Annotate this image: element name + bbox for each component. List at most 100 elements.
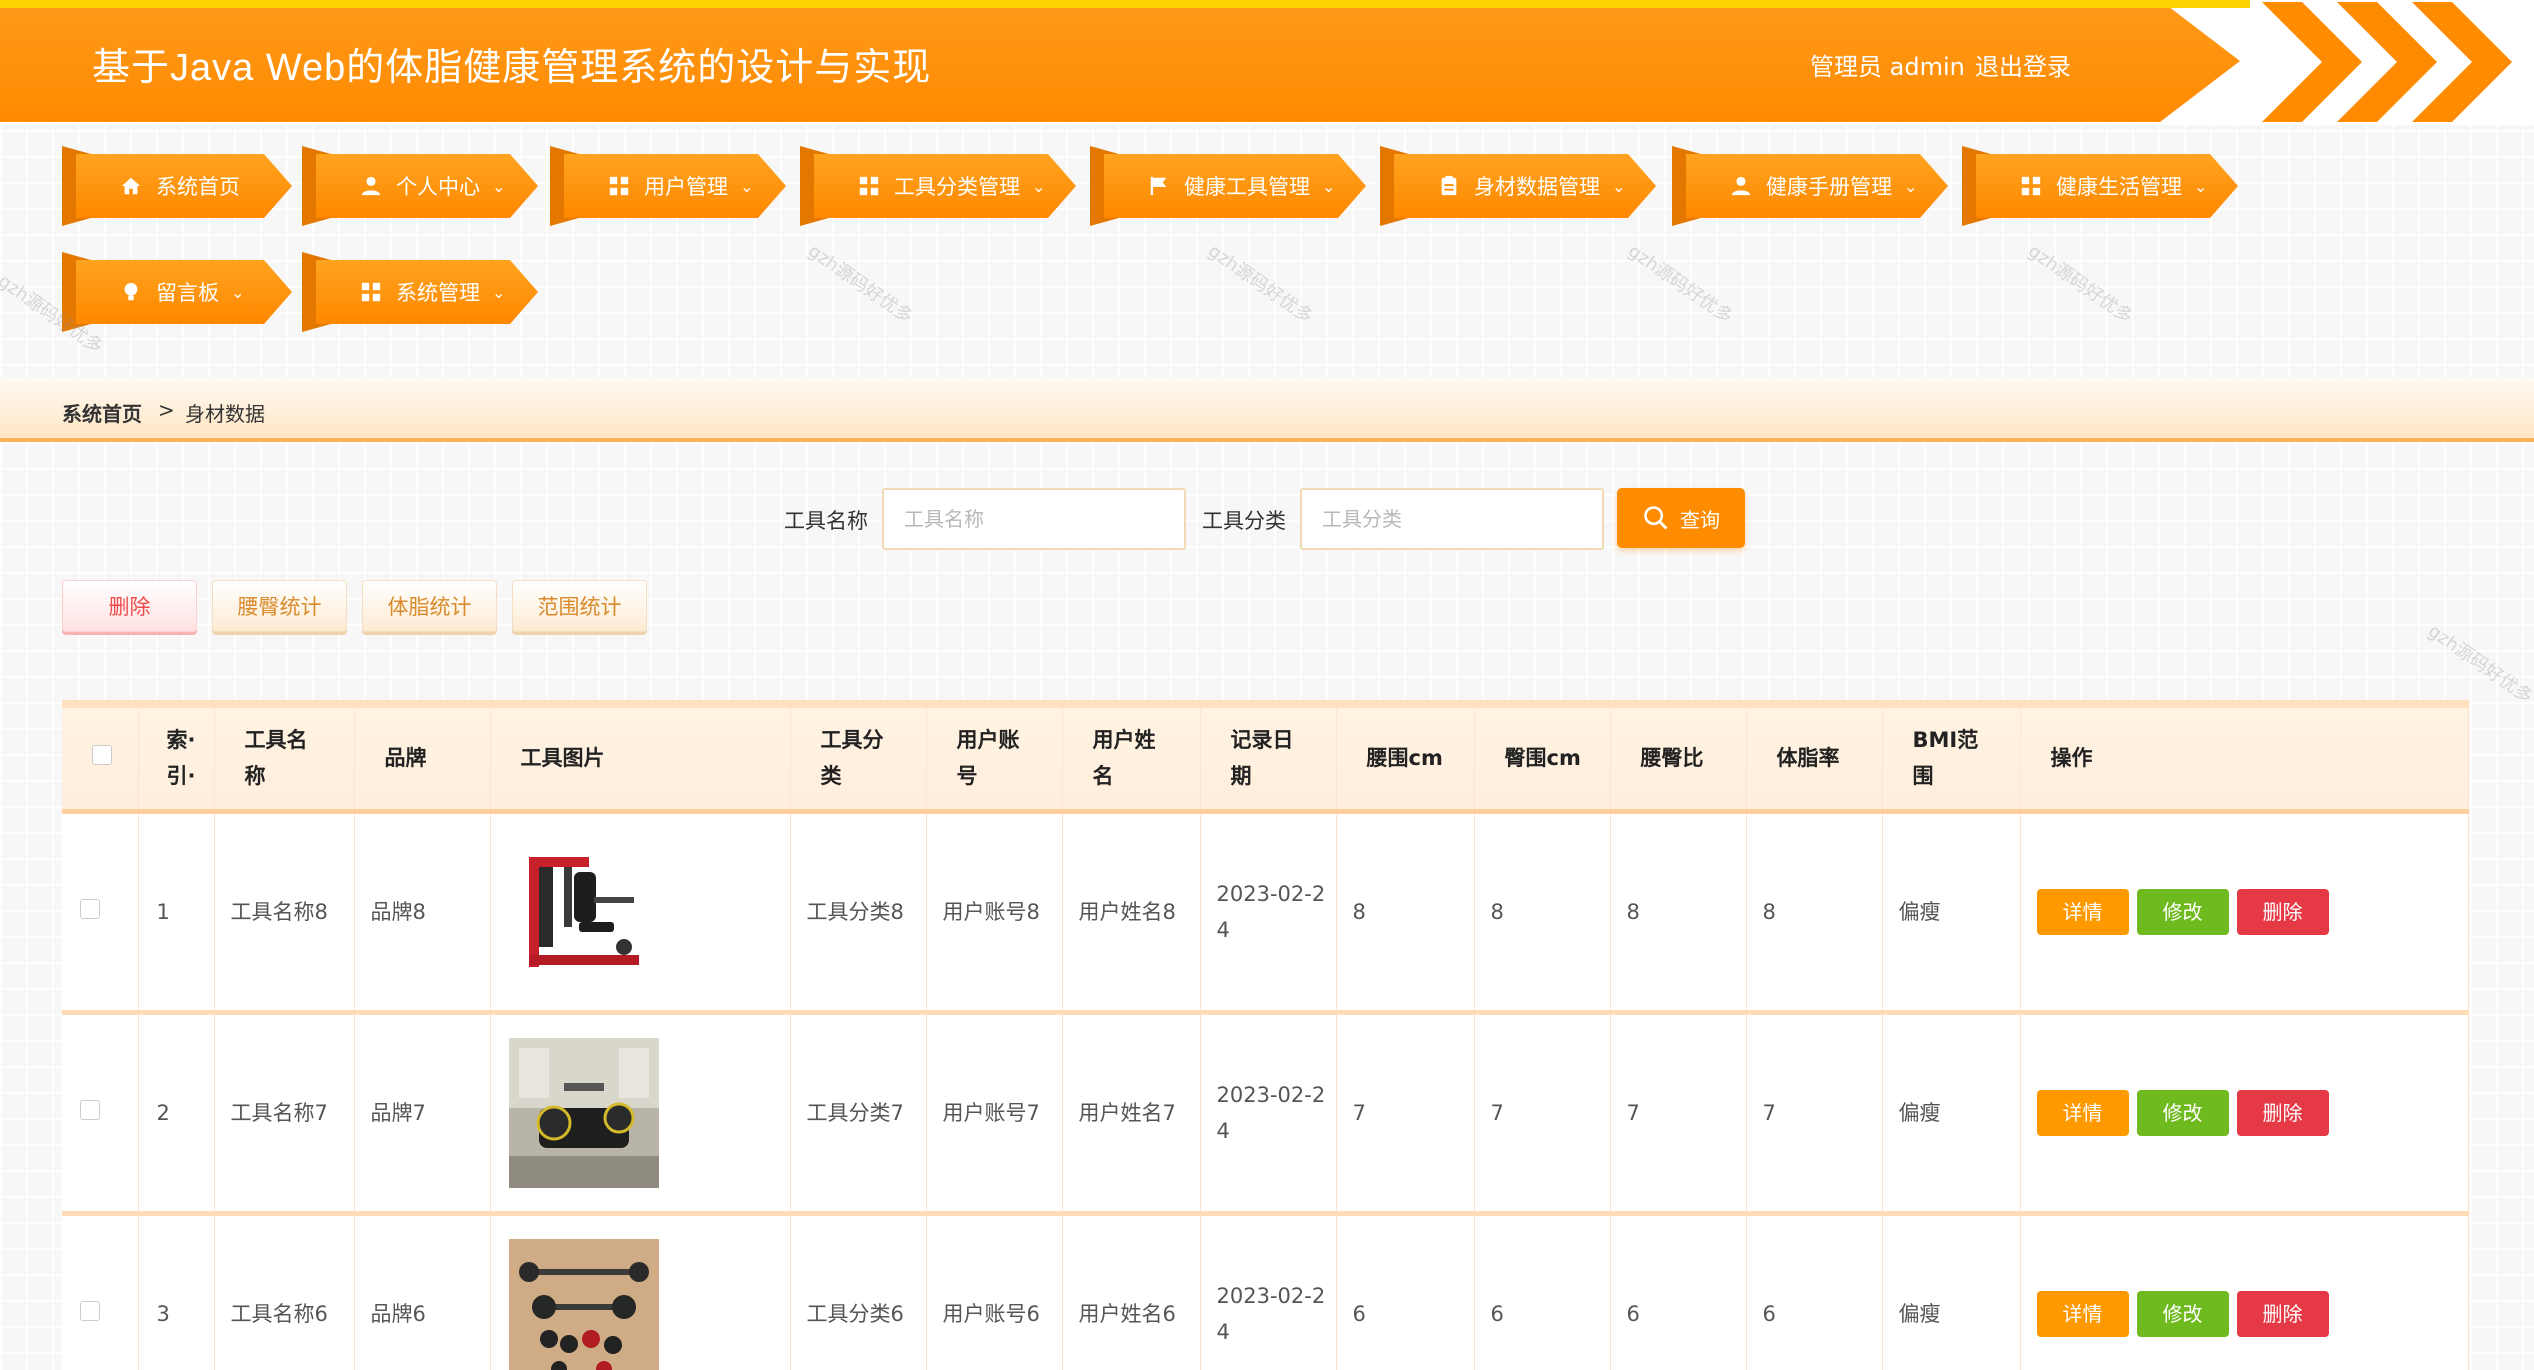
cell-waist-hip-ratio: 7 [1610, 1012, 1747, 1216]
user-icon [360, 175, 382, 197]
header-select-all[interactable] [62, 700, 139, 814]
edit-button[interactable]: 修改 [2136, 1290, 2229, 1337]
detail-button[interactable]: 详情 [2036, 1290, 2129, 1337]
header-brand: 品牌 [354, 700, 491, 814]
header-text: 用户账 [956, 728, 1020, 753]
header-text: 称 [244, 764, 266, 789]
app-header: 基于Java Web的体脂健康管理系统的设计与实现 管理员 admin 退出登录 [0, 0, 2534, 125]
row-checkbox[interactable] [80, 1300, 100, 1321]
date-text: 2023-02-2 [1216, 1082, 1326, 1107]
row-checkbox-cell[interactable] [62, 811, 139, 1015]
cell-actions: 详情 修改 删除 [2020, 1012, 2469, 1216]
cell-tool-name: 工具名称8 [214, 811, 355, 1015]
cell-hip: 7 [1474, 1012, 1611, 1216]
chevron-down-icon: ⌄ [231, 282, 245, 302]
nav-item-health-manual[interactable]: 健康手册管理 ⌄ [1672, 146, 1948, 226]
breadcrumb-home[interactable]: 系统首页 [62, 398, 142, 427]
detail-button[interactable]: 详情 [2036, 888, 2129, 935]
chevron-down-icon: ⌄ [1032, 176, 1046, 196]
tool-category-input[interactable] [1300, 488, 1604, 550]
current-user-label: 管理员 admin [1810, 53, 1965, 81]
table-row: 3 工具名称6 品牌6 工具分类6 用户账号6 用户姓名6 2023-02-2 … [62, 1213, 2469, 1370]
nav-label: 健康工具管理 [1184, 175, 1310, 199]
nav-item-profile[interactable]: 个人中心 ⌄ [302, 146, 538, 226]
search-button[interactable]: 查询 [1617, 488, 1745, 548]
nav-item-tool-categories[interactable]: 工具分类管理 ⌄ [800, 146, 1076, 226]
logout-link[interactable]: 退出登录 [1975, 47, 2071, 82]
cell-index: 3 [138, 1213, 215, 1370]
row-checkbox[interactable] [80, 1099, 100, 1120]
cell-user-account: 用户账号8 [926, 811, 1063, 1015]
cell-tool-name: 工具名称6 [214, 1213, 355, 1370]
nav-item-home[interactable]: 系统首页 [62, 146, 292, 226]
delete-button[interactable]: 删除 [2236, 1089, 2329, 1136]
nav-item-health-tools[interactable]: 健康工具管理 ⌄ [1090, 146, 1366, 226]
cell-brand: 品牌7 [354, 1012, 491, 1216]
body-fat-stats-button[interactable]: 体脂统计 [362, 580, 497, 632]
home-icon [120, 175, 142, 197]
nav-label: 系统首页 [156, 175, 240, 199]
table-row: 2 工具名称7 品牌7 工具分类7 用户账号7 用户姓名7 2023-02-2 … [62, 1012, 2469, 1216]
clipboard-icon [1438, 175, 1460, 197]
breadcrumb-separator: > [158, 398, 175, 422]
user-icon [1730, 175, 1752, 197]
chevron-down-icon: ⌄ [740, 176, 754, 196]
cell-bmi-range: 偏瘦 [1882, 1012, 2021, 1216]
chevron-down-icon: ⌄ [2194, 176, 2208, 196]
header-text: 引· [166, 764, 196, 789]
cell-hip: 8 [1474, 811, 1611, 1015]
select-all-checkbox[interactable] [92, 745, 112, 766]
breadcrumb-current: 身材数据 [185, 402, 265, 426]
cell-actions: 详情 修改 删除 [2020, 811, 2469, 1015]
nav-label: 健康手册管理 [1766, 175, 1892, 199]
tool-category-label: 工具分类 [1202, 509, 1286, 533]
chevron-down-icon: ⌄ [492, 282, 506, 302]
range-stats-button[interactable]: 范围统计 [512, 580, 647, 632]
header-hip: 臀围cm [1474, 700, 1611, 814]
batch-delete-button[interactable]: 删除 [62, 580, 197, 632]
cell-user-name: 用户姓名7 [1062, 1012, 1201, 1216]
nav-item-body-data[interactable]: 身材数据管理 ⌄ [1380, 146, 1656, 226]
header-accent-stripe [0, 0, 2250, 8]
cell-user-name: 用户姓名6 [1062, 1213, 1201, 1370]
cell-waist: 6 [1336, 1213, 1475, 1370]
delete-button[interactable]: 删除 [2236, 888, 2329, 935]
row-checkbox-cell[interactable] [62, 1213, 139, 1370]
cell-index: 1 [138, 811, 215, 1015]
date-text: 2023-02-2 [1216, 1283, 1326, 1308]
cell-waist: 7 [1336, 1012, 1475, 1216]
nav-item-users[interactable]: 用户管理 ⌄ [550, 146, 786, 226]
header-tool-category: 工具分类 [790, 700, 927, 814]
chevron-down-icon: ⌄ [1904, 176, 1918, 196]
cell-tool-category: 工具分类8 [790, 811, 927, 1015]
breadcrumb: 系统首页 > 身材数据 [0, 378, 2534, 442]
header-text: 工具名 [244, 728, 308, 753]
gym-room-image [508, 1037, 659, 1188]
detail-button[interactable]: 详情 [2036, 1089, 2129, 1136]
header-text: 工具分 [820, 728, 884, 753]
cell-brand: 品牌8 [354, 811, 491, 1015]
table-row: 1 工具名称8 品牌8 工具分类8 用户账号8 用户姓名8 2023-02-2 … [62, 811, 2469, 1015]
nav-item-system[interactable]: 系统管理 ⌄ [302, 252, 538, 332]
nav-item-message-board[interactable]: 留言板 ⌄ [62, 252, 292, 332]
header-text: 记录日 [1230, 728, 1294, 753]
cell-waist-hip-ratio: 8 [1610, 811, 1747, 1015]
cell-tool-image [490, 1012, 791, 1216]
tool-name-input[interactable] [882, 488, 1186, 550]
delete-button[interactable]: 删除 [2236, 1290, 2329, 1337]
cell-record-date: 2023-02-2 4 [1200, 1213, 1337, 1370]
body-data-table: 索· 引· 工具名称 品牌 工具图片 工具分类 用户账号 用户姓名 记录日期 腰围… [62, 700, 2469, 1370]
cell-body-fat-rate: 6 [1746, 1213, 1883, 1370]
cell-user-name: 用户姓名8 [1062, 811, 1201, 1015]
nav-label: 身材数据管理 [1474, 175, 1600, 199]
nav-item-healthy-living[interactable]: 健康生活管理 ⌄ [1962, 146, 2238, 226]
edit-button[interactable]: 修改 [2136, 1089, 2229, 1136]
waist-hip-stats-button[interactable]: 腰臀统计 [212, 580, 347, 632]
nav-label: 系统管理 [396, 281, 480, 305]
grid-icon [608, 175, 630, 197]
row-checkbox-cell[interactable] [62, 1012, 139, 1216]
cell-record-date: 2023-02-2 4 [1200, 811, 1337, 1015]
row-checkbox[interactable] [80, 898, 100, 919]
edit-button[interactable]: 修改 [2136, 888, 2229, 935]
cell-tool-image [490, 1213, 791, 1370]
